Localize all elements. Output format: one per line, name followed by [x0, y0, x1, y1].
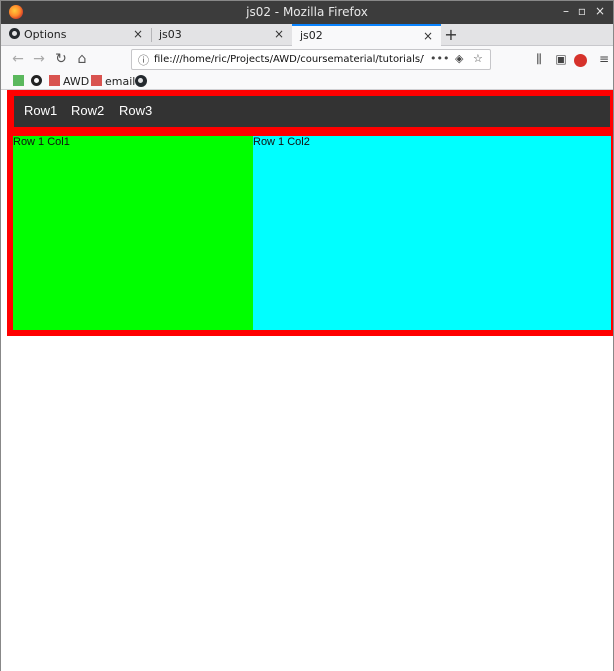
bookmark-label: AWD — [63, 75, 90, 88]
menu-link-row3[interactable]: Row3 — [119, 103, 152, 118]
window-title: js02 - Mozilla Firefox — [246, 5, 368, 19]
bookmark-item[interactable] — [13, 75, 27, 88]
back-arrow-icon[interactable]: ← — [9, 50, 27, 68]
folder-icon — [91, 75, 102, 86]
tab-js02[interactable]: js02 × — [292, 24, 441, 47]
close-tab-icon[interactable]: × — [133, 27, 143, 41]
menu-link-row1[interactable]: Row1 — [24, 103, 57, 118]
url-input[interactable] — [154, 52, 424, 67]
page-menu-bar: Row1 Row2 Row3 — [14, 96, 610, 127]
cell-text: Row 1 Col2 — [253, 136, 310, 148]
bookmarks-toolbar: AWD email — [1, 73, 613, 90]
cell-text: Row 1 Col1 — [13, 136, 70, 148]
github-icon — [135, 75, 147, 87]
row1-col2-cell: Row 1 Col2 — [253, 136, 611, 330]
bookmark-item[interactable] — [135, 75, 151, 88]
github-icon — [9, 28, 20, 39]
close-tab-icon[interactable]: × — [274, 27, 284, 41]
adblock-icon[interactable] — [574, 54, 587, 67]
forward-arrow-icon[interactable]: → — [30, 50, 48, 68]
title-bar: js02 - Mozilla Firefox – ▫ × — [1, 1, 613, 24]
sidebar-icon[interactable]: ▣ — [553, 50, 569, 68]
bookmark-star-icon[interactable]: ☆ — [473, 52, 483, 65]
menu-hamburger-icon[interactable]: ≡ — [596, 50, 612, 68]
reload-icon[interactable]: ↻ — [52, 50, 70, 68]
bookmark-label: email — [105, 75, 136, 88]
tab-strip: Options × js03 × js02 × + — [1, 24, 613, 47]
close-window-button[interactable]: × — [593, 4, 607, 18]
bookmark-folder-email[interactable]: email — [91, 75, 135, 88]
tab-js03[interactable]: js03 × — [151, 24, 292, 46]
pocket-icon[interactable]: ◈ — [455, 52, 463, 65]
github-icon — [31, 75, 42, 86]
page-actions-icon[interactable]: ••• — [430, 52, 449, 65]
tab-label: Options — [24, 28, 67, 41]
row1-col1-cell: Row 1 Col1 — [13, 136, 253, 330]
tab-options[interactable]: Options × — [1, 24, 151, 46]
tab-label: js02 — [300, 29, 323, 42]
minimize-button[interactable]: – — [559, 4, 573, 18]
folder-icon — [49, 75, 60, 86]
url-bar[interactable]: ⓘ ••• ◈ ☆ — [131, 49, 491, 70]
tab-label: js03 — [159, 28, 182, 41]
bookmark-item[interactable] — [31, 75, 42, 88]
bookmark-folder-awd[interactable]: AWD — [49, 75, 89, 88]
new-tab-button[interactable]: + — [441, 24, 461, 46]
menu-link-row2[interactable]: Row2 — [71, 103, 104, 118]
library-icon[interactable]: ⫼ — [531, 50, 547, 68]
browser-window: js02 - Mozilla Firefox – ▫ × Options × j… — [0, 0, 614, 671]
home-icon[interactable]: ⌂ — [73, 50, 91, 68]
maximize-button[interactable]: ▫ — [575, 4, 589, 18]
page-content: Row1 Row2 Row3 Row 1 Col1 Row 1 Col2 — [1, 90, 613, 671]
bookmark-icon — [13, 75, 24, 86]
site-info-icon[interactable]: ⓘ — [138, 52, 149, 68]
navigation-toolbar: ← → ↻ ⌂ ⓘ ••• ◈ ☆ ⫼ ▣ ≡ — [1, 46, 613, 73]
close-tab-icon[interactable]: × — [423, 29, 433, 43]
